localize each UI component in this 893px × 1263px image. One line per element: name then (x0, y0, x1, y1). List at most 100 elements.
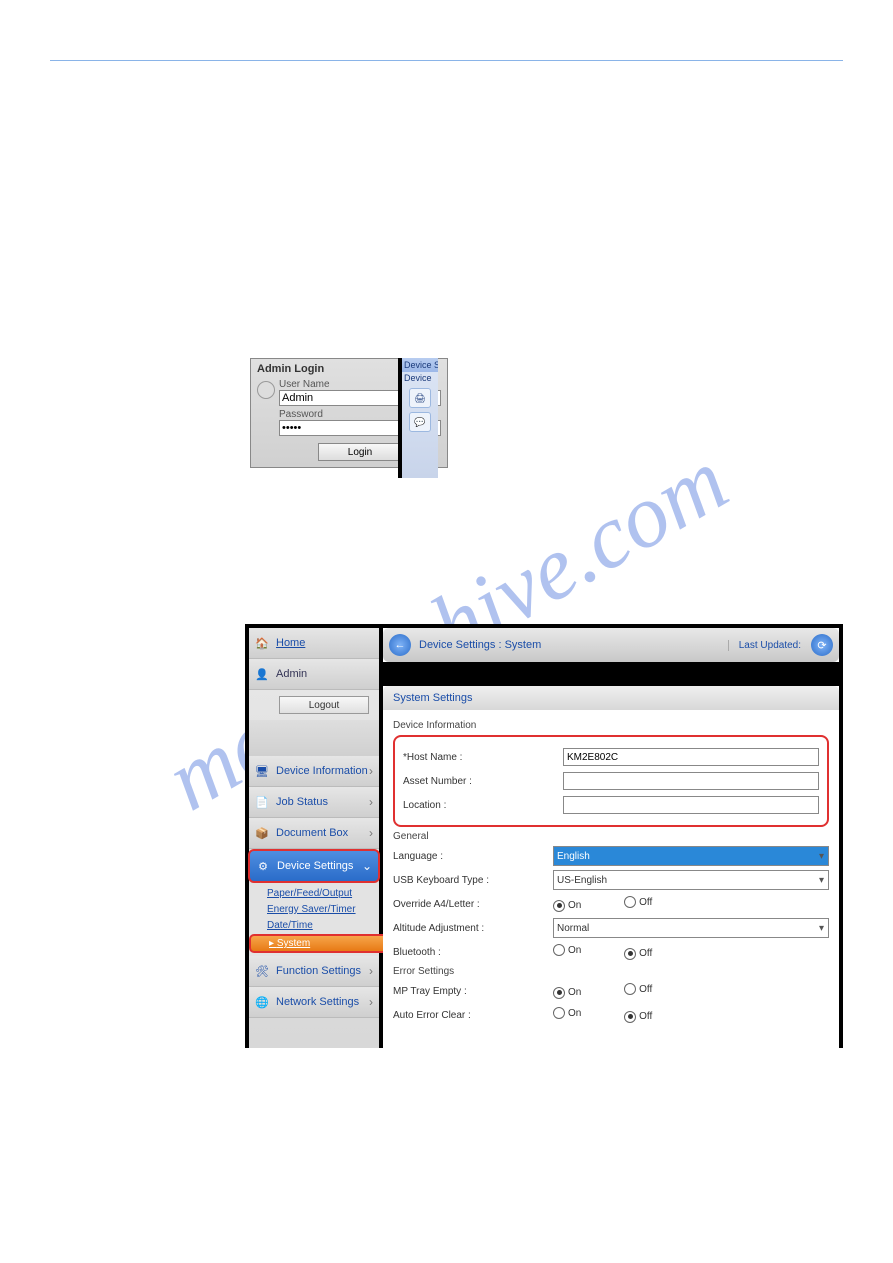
radio-dot-icon (624, 948, 636, 960)
sidebar-item-network-settings[interactable]: 🌐 Network Settings › (249, 987, 379, 1018)
device-settings-icon: ⚙ (253, 856, 273, 876)
mp-tray-off-radio[interactable]: Off (624, 983, 652, 995)
printer-icon: 🖨 (409, 388, 431, 408)
on-label: On (568, 945, 581, 956)
error-settings-section-title: Error Settings (393, 966, 829, 977)
chevron-right-icon: › (369, 826, 373, 840)
asset-number-input[interactable] (563, 772, 819, 790)
sidebar-item-device-settings[interactable]: ⚙ Device Settings ⌄ (248, 849, 380, 883)
auto-error-on-radio[interactable]: On (553, 1007, 581, 1019)
usb-keyboard-select[interactable]: US-English (553, 870, 829, 890)
sidebar-item-label: Device Settings (277, 860, 353, 872)
sublink-energy-saver-timer[interactable]: Energy Saver/Timer (267, 902, 379, 918)
mp-tray-on-radio[interactable]: On (553, 987, 581, 999)
altitude-adjustment-label: Altitude Adjustment : (393, 923, 553, 934)
language-select[interactable]: English (553, 846, 829, 866)
radio-dot-icon (553, 1007, 565, 1019)
top-divider (50, 60, 843, 61)
device-snippet-sub: Device (402, 372, 438, 384)
sidebar-spacer (249, 720, 379, 756)
mp-tray-empty-label: MP Tray Empty : (393, 986, 553, 997)
bluetooth-off-radio[interactable]: Off (624, 948, 652, 960)
override-on-radio[interactable]: On (553, 900, 581, 912)
panel-header: System Settings (383, 686, 839, 710)
sublink-system-label: System (277, 938, 310, 949)
host-name-input[interactable] (563, 748, 819, 766)
radio-dot-icon (553, 900, 565, 912)
bluetooth-on-radio[interactable]: On (553, 944, 581, 956)
asset-number-label: Asset Number : (403, 776, 563, 787)
user-icon: 👤 (252, 664, 272, 684)
refresh-button[interactable]: ⟳ (811, 634, 833, 656)
content-area: ← Device Settings : System Last Updated:… (383, 628, 839, 1048)
breadcrumb-bar: ← Device Settings : System Last Updated:… (383, 628, 839, 662)
sidebar: 🏠 Home 👤 Admin Logout 🖥 Device Informati… (249, 628, 379, 1048)
off-label: Off (639, 948, 652, 959)
sidebar-item-label: Function Settings (276, 965, 361, 977)
off-label: Off (639, 984, 652, 995)
on-label: On (568, 900, 581, 911)
auto-error-off-radio[interactable]: Off (624, 1011, 652, 1023)
sidebar-admin-label: Admin (276, 668, 307, 680)
language-value: English (557, 851, 590, 862)
radio-dot-icon (553, 944, 565, 956)
logout-button[interactable]: Logout (279, 696, 369, 714)
sidebar-item-label: Job Status (276, 796, 328, 808)
chevron-right-icon: › (369, 964, 373, 978)
breadcrumb-path: Device Settings : System (419, 639, 541, 651)
sidebar-item-label: Network Settings (276, 996, 359, 1008)
location-input[interactable] (563, 796, 819, 814)
usb-keyboard-value: US-English (557, 875, 607, 886)
chevron-right-icon: › (369, 795, 373, 809)
altitude-select[interactable]: Normal (553, 918, 829, 938)
device-snippet: Device S Device 🖨 💬 (398, 358, 438, 478)
function-settings-icon: 🛠 (252, 961, 272, 981)
sidebar-item-document-box[interactable]: 📦 Document Box › (249, 818, 379, 849)
login-button[interactable]: Login (318, 443, 403, 461)
sidebar-admin: 👤 Admin (249, 659, 379, 690)
content-gap (383, 662, 839, 686)
device-info-icon: 🖥 (252, 761, 272, 781)
chat-icon: 💬 (409, 412, 431, 432)
sublink-system[interactable]: ▸ System (249, 934, 397, 953)
radio-dot-icon (624, 983, 636, 995)
chevron-right-icon: › (369, 764, 373, 778)
sidebar-item-device-information[interactable]: 🖥 Device Information › (249, 756, 379, 787)
override-off-radio[interactable]: Off (624, 896, 652, 908)
location-label: Location : (403, 800, 563, 811)
document-box-icon: 📦 (252, 823, 272, 843)
radio-dot-icon (624, 1011, 636, 1023)
sidebar-item-function-settings[interactable]: 🛠 Function Settings › (249, 956, 379, 987)
general-section-title: General (393, 831, 829, 842)
device-info-section-title: Device Information (393, 720, 829, 731)
panel-body: Device Information *Host Name : Asset Nu… (383, 710, 839, 1035)
back-button[interactable]: ← (389, 634, 411, 656)
radio-dot-icon (624, 896, 636, 908)
sidebar-home[interactable]: 🏠 Home (249, 628, 379, 659)
home-icon: 🏠 (252, 633, 272, 653)
bluetooth-label: Bluetooth : (393, 947, 553, 958)
job-status-icon: 📄 (252, 792, 272, 812)
last-updated-label: Last Updated: (728, 640, 801, 651)
admin-ui-frame: 🏠 Home 👤 Admin Logout 🖥 Device Informati… (245, 624, 843, 1048)
chevron-down-icon: ⌄ (362, 859, 372, 873)
sidebar-home-label: Home (276, 637, 305, 649)
radio-dot-icon (553, 987, 565, 999)
sublink-date-time[interactable]: Date/Time (267, 918, 379, 934)
altitude-value: Normal (557, 923, 589, 934)
sidebar-item-label: Document Box (276, 827, 348, 839)
host-name-label: *Host Name : (403, 752, 563, 763)
device-settings-submenu: Paper/Feed/Output Energy Saver/Timer Dat… (249, 883, 379, 956)
on-label: On (568, 987, 581, 998)
on-label: On (568, 1008, 581, 1019)
chevron-right-icon: › (369, 995, 373, 1009)
sidebar-item-job-status[interactable]: 📄 Job Status › (249, 787, 379, 818)
usb-keyboard-label: USB Keyboard Type : (393, 875, 553, 886)
user-icon (257, 381, 275, 399)
device-snippet-header: Device S (402, 358, 438, 372)
sublink-paper-feed-output[interactable]: Paper/Feed/Output (267, 886, 379, 902)
device-info-highlight-box: *Host Name : Asset Number : Location : (393, 735, 829, 827)
off-label: Off (639, 1011, 652, 1022)
override-a4-letter-label: Override A4/Letter : (393, 899, 553, 910)
network-settings-icon: 🌐 (252, 992, 272, 1012)
